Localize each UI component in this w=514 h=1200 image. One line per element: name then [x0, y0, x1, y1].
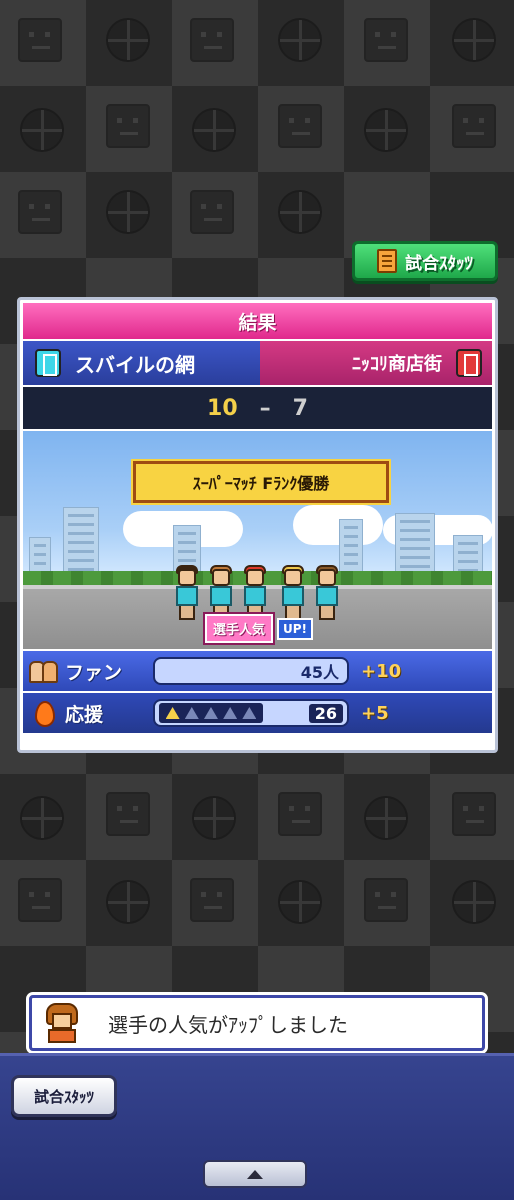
cheer-star-icon: [184, 707, 199, 719]
popularity-label: 選手人気: [202, 612, 276, 645]
panel-title: 結果: [23, 303, 492, 339]
home-team-name: スバイルの網: [75, 352, 195, 377]
player-sprite: [207, 565, 235, 621]
fans-increase: +10: [361, 660, 402, 682]
player-sprite: [313, 565, 341, 621]
up-label: UP!: [277, 617, 314, 640]
score-separator: –: [259, 395, 271, 421]
robot-icon: [190, 878, 234, 922]
basketball-icon: [452, 18, 496, 62]
robot-icon: [452, 104, 496, 148]
cheer-value-box: 26: [153, 699, 349, 727]
robot-icon: [18, 190, 62, 234]
cloud: [293, 505, 383, 545]
cheer-row: 応援 26 +5: [23, 693, 492, 733]
away-team-name: ﾆｯｺﾘ商店街: [352, 354, 442, 375]
basketball-icon: [278, 18, 322, 62]
message-text: 選手の人気がｱｯﾌﾟしました: [108, 1012, 348, 1037]
robot-icon: [106, 104, 150, 148]
robot-icon: [278, 792, 322, 836]
teams-row: スバイルの網 ﾆｯｺﾘ商店街: [23, 341, 492, 385]
collapse-tab[interactable]: [203, 1160, 307, 1188]
message-box[interactable]: 選手の人気がｱｯﾌﾟしました: [26, 992, 488, 1054]
fans-value: 45人: [300, 663, 339, 682]
basketball-icon: [452, 880, 496, 924]
match-stats-bottom-button[interactable]: 試合ｽﾀｯﾂ: [11, 1075, 117, 1117]
robot-icon: [190, 18, 234, 62]
player-sprite: [279, 565, 307, 621]
cheer-label: 応援: [65, 703, 104, 726]
away-score: 7: [292, 395, 308, 421]
basketball-icon: [364, 796, 408, 840]
cheer-increase: +5: [361, 702, 389, 724]
cheer-star-icon: [203, 707, 218, 719]
match-stats-button[interactable]: 試合ｽﾀｯﾂ: [352, 241, 498, 281]
basketball-icon: [192, 796, 236, 840]
robot-icon: [190, 190, 234, 234]
away-team: ﾆｯｺﾘ商店街: [260, 341, 492, 385]
building: [395, 513, 435, 579]
building: [339, 519, 363, 579]
fans-value-box: 45人: [153, 657, 349, 685]
cheer-star-icon: [242, 707, 257, 719]
player-sprite: [173, 565, 201, 621]
robot-icon: [278, 104, 322, 148]
basketball-icon: [106, 190, 150, 234]
match-stats-label: 試合ｽﾀｯﾂ: [405, 253, 473, 274]
robot-icon: [18, 878, 62, 922]
basketball-icon: [278, 880, 322, 924]
celebration-scene: ｽｰﾊﾟｰﾏｯﾁ Fﾗﾝｸ優勝 選手人気 UP!: [23, 431, 492, 649]
away-jersey-icon: [456, 349, 482, 377]
document-icon: [377, 249, 397, 273]
basketball-icon: [278, 190, 322, 234]
building: [63, 507, 99, 579]
basketball-icon: [106, 18, 150, 62]
fans-row: ファン 45人 +10: [23, 651, 492, 691]
basketball-icon: [20, 108, 64, 152]
cheer-star-icon: [223, 707, 238, 719]
robot-icon: [18, 18, 62, 62]
chevron-up-icon: [247, 1169, 263, 1179]
robot-icon: [364, 878, 408, 922]
robot-icon: [364, 18, 408, 62]
fire-icon: [29, 701, 57, 727]
robot-icon: [452, 792, 496, 836]
home-score: 10: [207, 395, 238, 421]
fans-icon: [29, 659, 58, 683]
basketball-icon: [106, 880, 150, 924]
scoreboard: 10 – 7: [23, 387, 492, 429]
home-jersey-icon: [35, 349, 61, 377]
cheer-star-icon: [165, 707, 180, 719]
robot-icon: [106, 792, 150, 836]
basketball-icon: [192, 108, 236, 152]
player-sprite: [241, 565, 269, 621]
fans-label: ファン: [65, 661, 123, 684]
result-panel: 結果 スバイルの網 ﾆｯｺﾘ商店街 10 – 7 ｽｰﾊﾟｰﾏｯﾁ Fﾗﾝｸ優勝: [17, 297, 498, 753]
avatar: [44, 1003, 80, 1043]
cheer-level-stars: [159, 703, 263, 723]
tournament-banner: ｽｰﾊﾟｰﾏｯﾁ Fﾗﾝｸ優勝: [131, 459, 391, 505]
basketball-icon: [20, 796, 64, 840]
home-team: スバイルの網: [23, 341, 260, 385]
popularity-up-badge: 選手人気 UP!: [202, 612, 314, 645]
basketball-icon: [364, 108, 408, 152]
cheer-value: 26: [308, 703, 343, 723]
